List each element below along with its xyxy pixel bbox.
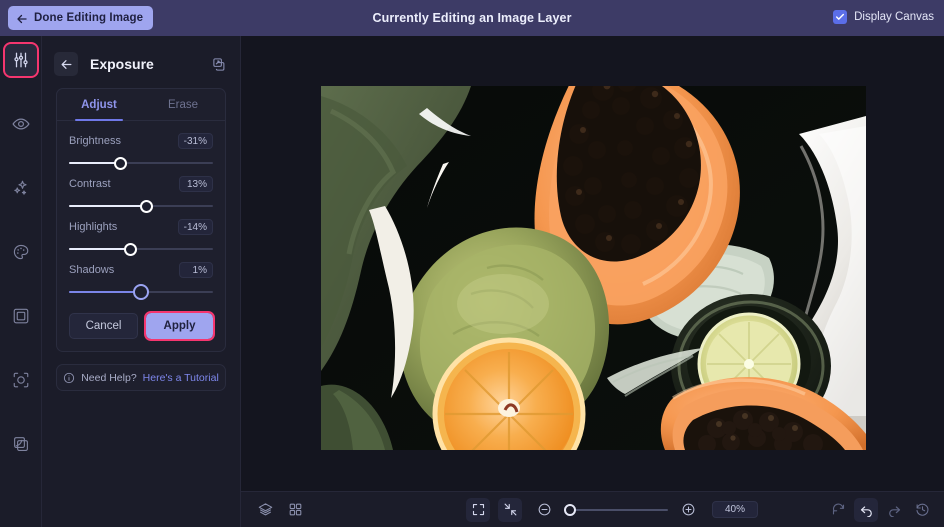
tab-adjust-label: Adjust: [81, 98, 117, 111]
slider-knob[interactable]: [114, 157, 128, 170]
panel-action-buttons: Cancel Apply: [57, 299, 225, 341]
slider-knob[interactable]: [140, 200, 154, 213]
grid-icon: [288, 502, 303, 517]
slider-value-brightness: -31%: [177, 133, 213, 149]
slider-row-highlights: Highlights -14%: [57, 213, 225, 256]
slider-track-fill: [69, 162, 121, 164]
slider-value-highlights: -14%: [177, 219, 213, 235]
cancel-button-label: Cancel: [85, 320, 122, 332]
slider-value-shadows: 1%: [179, 262, 213, 278]
layers-icon: [258, 502, 273, 517]
sidebar-item-effects[interactable]: [5, 108, 37, 140]
zoom-controls: 40%: [466, 497, 758, 522]
adjustment-card: Adjust Erase Brightness -31% Contrast 13…: [56, 88, 226, 352]
tab-adjust[interactable]: Adjust: [57, 89, 141, 121]
help-tutorial-link[interactable]: Need Help? Here's a Tutorial: [56, 364, 226, 391]
top-bar: Done Editing Image Currently Editing an …: [0, 0, 944, 36]
slider-track-fill: [69, 205, 147, 207]
info-icon: [63, 372, 75, 384]
panel-tabs: Adjust Erase: [57, 89, 225, 121]
slider-row-brightness: Brightness -31%: [57, 127, 225, 170]
layers-copy-icon: [12, 435, 30, 453]
panel-back-button[interactable]: [54, 52, 78, 76]
shrink-icon: [503, 502, 518, 517]
slider-label-highlights: Highlights: [69, 221, 118, 233]
sidebar-item-color[interactable]: [5, 236, 37, 268]
slider-value-contrast: 13%: [179, 176, 213, 192]
done-editing-image-label: Done Editing Image: [34, 12, 144, 24]
slider-row-shadows: Shadows 1%: [57, 256, 225, 300]
slider-highlights[interactable]: [69, 242, 213, 256]
checkbox-checked-icon[interactable]: [833, 10, 848, 24]
history-controls: [826, 497, 934, 522]
left-tool-rail: [0, 36, 42, 527]
redo-icon: [887, 502, 902, 517]
zoom-slider[interactable]: [564, 503, 668, 517]
layers-button[interactable]: [253, 498, 277, 522]
redo-button[interactable]: [882, 498, 906, 522]
done-editing-image-button[interactable]: Done Editing Image: [8, 6, 154, 30]
bottom-left-tools: [253, 498, 307, 522]
image-editor-app: Done Editing Image Currently Editing an …: [0, 0, 944, 527]
fit-screen-icon: [471, 502, 486, 517]
slider-brightness[interactable]: [69, 156, 213, 170]
frame-icon: [12, 307, 30, 325]
duplicate-icon[interactable]: [208, 53, 230, 75]
sidebar-item-adjustments[interactable]: [2, 42, 39, 78]
slider-track-fill: [69, 291, 141, 293]
slider-knob[interactable]: [133, 284, 149, 300]
history-icon: [915, 502, 930, 517]
display-canvas-label: Display Canvas: [854, 11, 934, 23]
apply-button-label: Apply: [163, 320, 196, 332]
workspace[interactable]: [241, 36, 944, 527]
zoom-in-button[interactable]: [676, 498, 700, 522]
image-canvas[interactable]: [321, 86, 866, 450]
bottom-bar: 40%: [241, 491, 944, 527]
sidebar-item-duplicate[interactable]: [5, 428, 37, 460]
slider-track-fill: [69, 248, 131, 250]
reset-button[interactable]: [826, 498, 850, 522]
shrink-button[interactable]: [498, 497, 522, 522]
fit-screen-button[interactable]: [466, 497, 490, 522]
sidebar-item-blur[interactable]: [5, 364, 37, 396]
plus-circle-icon: [681, 502, 696, 517]
sparkles-icon: [12, 179, 30, 197]
blur-icon: [12, 371, 30, 389]
zoom-out-button[interactable]: [532, 498, 556, 522]
grid-button[interactable]: [283, 498, 307, 522]
tab-erase-label: Erase: [167, 98, 199, 111]
exposure-panel: Exposure Adjust Erase Brightness -31% Co…: [42, 36, 241, 527]
apply-button[interactable]: Apply: [144, 311, 215, 341]
slider-label-contrast: Contrast: [69, 178, 111, 190]
eye-icon: [12, 115, 30, 133]
help-prompt: Need Help?: [81, 371, 137, 384]
adjustments-icon: [12, 51, 30, 69]
slider-row-contrast: Contrast 13%: [57, 170, 225, 213]
zoom-slider-track: [564, 508, 668, 511]
zoom-slider-knob[interactable]: [564, 503, 576, 516]
help-link-text: Here's a Tutorial: [142, 371, 219, 384]
palette-icon: [12, 243, 30, 261]
slider-shadows[interactable]: [69, 284, 213, 300]
undo-icon: [859, 502, 874, 517]
arrow-left-icon: [16, 12, 28, 24]
history-button[interactable]: [910, 498, 934, 522]
zoom-level-value: 40%: [712, 501, 758, 518]
sidebar-item-magic[interactable]: [5, 172, 37, 204]
reset-icon: [831, 502, 846, 517]
cancel-button[interactable]: Cancel: [69, 313, 138, 339]
panel-header: Exposure: [42, 46, 240, 82]
slider-contrast[interactable]: [69, 199, 213, 213]
tab-erase[interactable]: Erase: [141, 89, 225, 120]
display-canvas-toggle[interactable]: Display Canvas: [833, 10, 934, 24]
minus-circle-icon: [537, 502, 552, 517]
panel-title: Exposure: [90, 56, 154, 72]
sidebar-item-frame[interactable]: [5, 300, 37, 332]
arrow-left-icon: [60, 58, 73, 71]
slider-label-shadows: Shadows: [69, 264, 115, 276]
slider-label-brightness: Brightness: [69, 135, 121, 147]
undo-button[interactable]: [854, 497, 878, 522]
slider-knob[interactable]: [124, 243, 138, 256]
